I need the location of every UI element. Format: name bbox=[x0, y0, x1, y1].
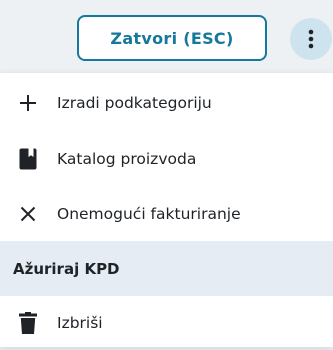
menu-item-label: Izbriši bbox=[57, 313, 103, 332]
menu-item-disable-invoicing[interactable]: Onemogući fakturiranje bbox=[0, 186, 333, 241]
plus-icon bbox=[17, 92, 39, 114]
menu-item-delete[interactable]: Izbriši bbox=[0, 295, 333, 350]
book-icon bbox=[17, 148, 39, 170]
actions-menu: Izradi podkategoriju Katalog proizvoda O… bbox=[0, 73, 333, 347]
more-options-button[interactable] bbox=[290, 18, 332, 60]
menu-item-label: Ažuriraj KPD bbox=[13, 259, 120, 278]
more-vertical-icon bbox=[308, 29, 314, 49]
menu-item-label: Izradi podkategoriju bbox=[57, 93, 212, 112]
close-icon bbox=[17, 203, 39, 225]
trash-icon bbox=[17, 311, 39, 334]
menu-item-update-kpd[interactable]: Ažuriraj KPD bbox=[0, 241, 333, 296]
menu-item-create-subcategory[interactable]: Izradi podkategoriju bbox=[0, 75, 333, 130]
menu-item-product-catalog[interactable]: Katalog proizvoda bbox=[0, 131, 333, 186]
menu-item-label: Katalog proizvoda bbox=[57, 149, 197, 168]
menu-item-label: Onemogući fakturiranje bbox=[57, 204, 241, 223]
close-button[interactable]: Zatvori (ESC) bbox=[77, 15, 267, 61]
